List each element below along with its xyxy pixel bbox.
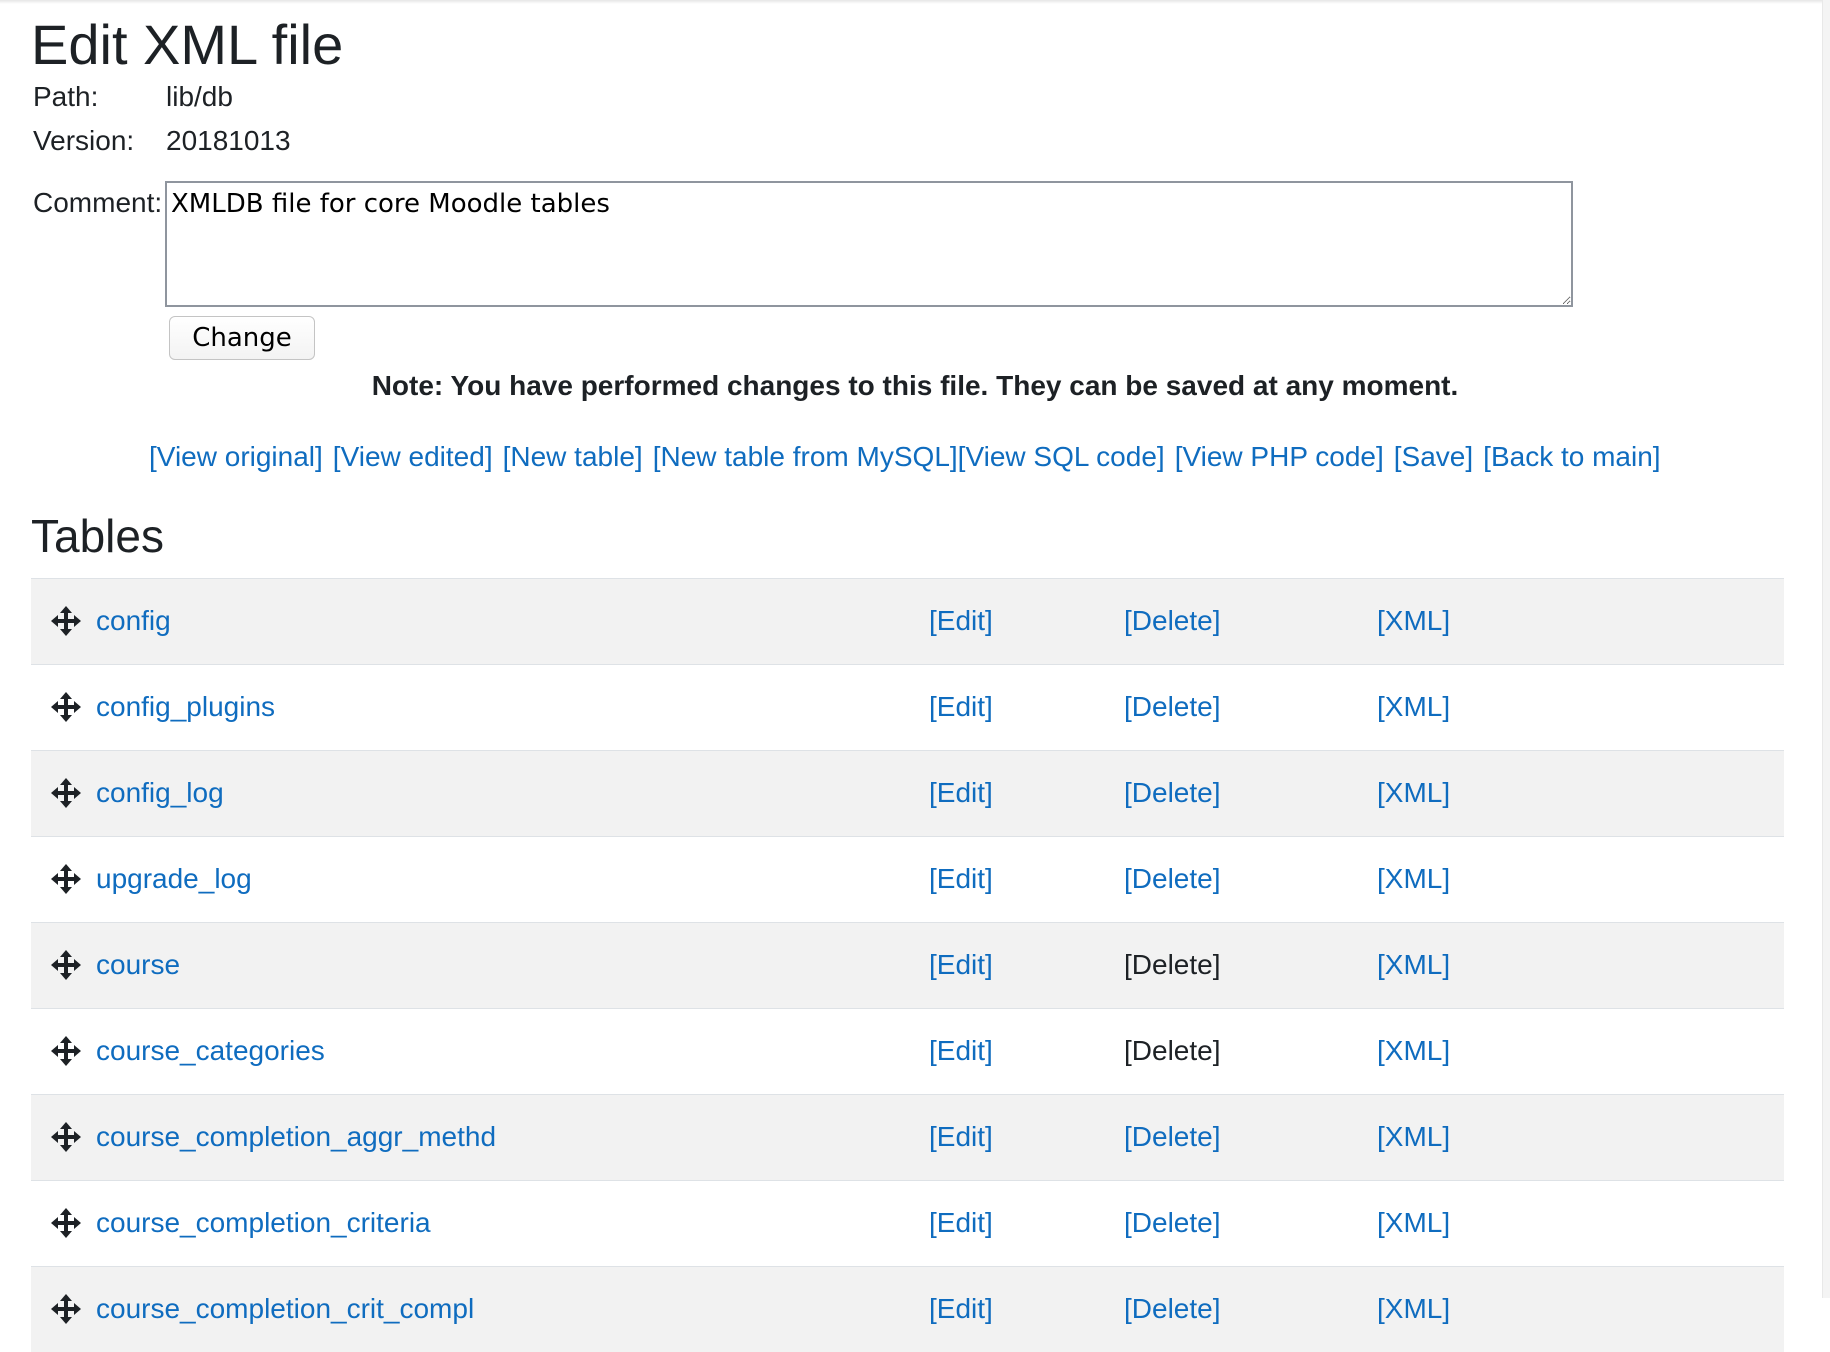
new-table-link[interactable]: [New table] <box>503 441 643 472</box>
back-to-main-link[interactable]: [Back to main] <box>1483 441 1660 472</box>
table-row: config [Edit] [Delete] [XML] <box>31 578 1784 664</box>
table-row: course_categories [Edit] [Delete] [XML] <box>31 1008 1784 1094</box>
xml-table-link[interactable]: [XML] <box>1377 604 1450 638</box>
path-value: lib/db <box>166 81 233 112</box>
move-icon[interactable] <box>51 1208 81 1238</box>
xml-table-link[interactable]: [XML] <box>1377 1034 1450 1068</box>
delete-table-link[interactable]: [Delete] <box>1124 690 1221 724</box>
delete-table-link[interactable]: [Delete] <box>1124 1206 1221 1240</box>
view-php-code-link[interactable]: [View PHP code] <box>1175 441 1384 472</box>
new-table-from-mysql-link[interactable]: [New table from MySQL] <box>653 441 958 472</box>
version-label: Version: <box>33 125 135 156</box>
version-value: 20181013 <box>166 125 291 156</box>
change-button[interactable]: Change <box>169 316 315 360</box>
edit-table-link[interactable]: [Edit] <box>929 862 993 896</box>
table-name-link[interactable]: config_log <box>96 776 224 810</box>
scrollbar-track[interactable] <box>1822 0 1830 1298</box>
view-original-link[interactable]: [View original] <box>149 441 323 472</box>
delete-table-link[interactable]: [Delete] <box>1124 604 1221 638</box>
table-row: course_completion_aggr_methd [Edit] [Delet… <box>31 1094 1784 1180</box>
table-name-link[interactable]: upgrade_log <box>96 862 252 896</box>
comment-textarea[interactable]: XMLDB file for core Moodle tables <box>165 181 1573 307</box>
edit-table-link[interactable]: [Edit] <box>929 776 993 810</box>
table-row: course [Edit] [Delete] [XML] <box>31 922 1784 1008</box>
edit-table-link[interactable]: [Edit] <box>929 1206 993 1240</box>
move-icon[interactable] <box>51 692 81 722</box>
delete-table-link[interactable]: [Delete] <box>1124 862 1221 896</box>
move-icon[interactable] <box>51 606 81 636</box>
edit-table-link[interactable]: [Edit] <box>929 604 993 638</box>
edit-table-link[interactable]: [Edit] <box>929 1120 993 1154</box>
xml-table-link[interactable]: [XML] <box>1377 776 1450 810</box>
path-label: Path: <box>33 81 99 112</box>
action-links: [View original] [View edited] [New table] [… <box>149 440 1671 474</box>
xml-table-link[interactable]: [XML] <box>1377 1206 1450 1240</box>
delete-table-link[interactable]: [Delete] <box>1124 1120 1221 1154</box>
delete-table-disabled: [Delete] <box>1124 949 1221 980</box>
xml-table-link[interactable]: [XML] <box>1377 1120 1450 1154</box>
edit-table-link[interactable]: [Edit] <box>929 1292 993 1326</box>
table-name-link[interactable]: course_completion_criteria <box>96 1206 431 1240</box>
move-icon[interactable] <box>51 1036 81 1066</box>
tables-heading: Tables <box>31 510 164 562</box>
edit-table-link[interactable]: [Edit] <box>929 1034 993 1068</box>
view-edited-link[interactable]: [View edited] <box>333 441 493 472</box>
save-link[interactable]: [Save] <box>1394 441 1473 472</box>
table-name-link[interactable]: course_completion_aggr_methd <box>96 1120 496 1154</box>
move-icon[interactable] <box>51 950 81 980</box>
table-row: config_plugins [Edit] [Delete] [XML] <box>31 664 1784 750</box>
table-name-link[interactable]: course <box>96 948 180 982</box>
comment-label: Comment: <box>33 187 163 218</box>
move-icon[interactable] <box>51 1122 81 1152</box>
delete-table-link[interactable]: [Delete] <box>1124 776 1221 810</box>
table-row: config_log [Edit] [Delete] [XML] <box>31 750 1784 836</box>
top-shadow <box>0 0 1830 4</box>
delete-table-disabled: [Delete] <box>1124 1035 1221 1066</box>
xml-table-link[interactable]: [XML] <box>1377 690 1450 724</box>
table-row: upgrade_log [Edit] [Delete] [XML] <box>31 836 1784 922</box>
move-icon[interactable] <box>51 864 81 894</box>
edit-table-link[interactable]: [Edit] <box>929 690 993 724</box>
tables-list: config [Edit] [Delete] [XML] config_plugins [… <box>31 578 1784 1352</box>
table-name-link[interactable]: course_completion_crit_compl <box>96 1292 474 1326</box>
edit-table-link[interactable]: [Edit] <box>929 948 993 982</box>
table-name-link[interactable]: config_plugins <box>96 690 275 724</box>
table-row: course_completion_criteria [Edit] [Delete]… <box>31 1180 1784 1266</box>
view-sql-code-link[interactable]: [View SQL code] <box>958 441 1165 472</box>
xml-table-link[interactable]: [XML] <box>1377 948 1450 982</box>
xml-table-link[interactable]: [XML] <box>1377 862 1450 896</box>
table-name-link[interactable]: course_categories <box>96 1034 325 1068</box>
delete-table-link[interactable]: [Delete] <box>1124 1292 1221 1326</box>
page-title: Edit XML file <box>31 13 344 76</box>
table-name-link[interactable]: config <box>96 604 171 638</box>
xml-table-link[interactable]: [XML] <box>1377 1292 1450 1326</box>
table-row: course_completion_crit_compl [Edit] [Delet… <box>31 1266 1784 1352</box>
move-icon[interactable] <box>51 1294 81 1324</box>
changes-note-text: Note: You have performed changes to this… <box>371 370 1459 401</box>
changes-note: Note: You have performed changes to this… <box>0 369 1830 403</box>
move-icon[interactable] <box>51 778 81 808</box>
